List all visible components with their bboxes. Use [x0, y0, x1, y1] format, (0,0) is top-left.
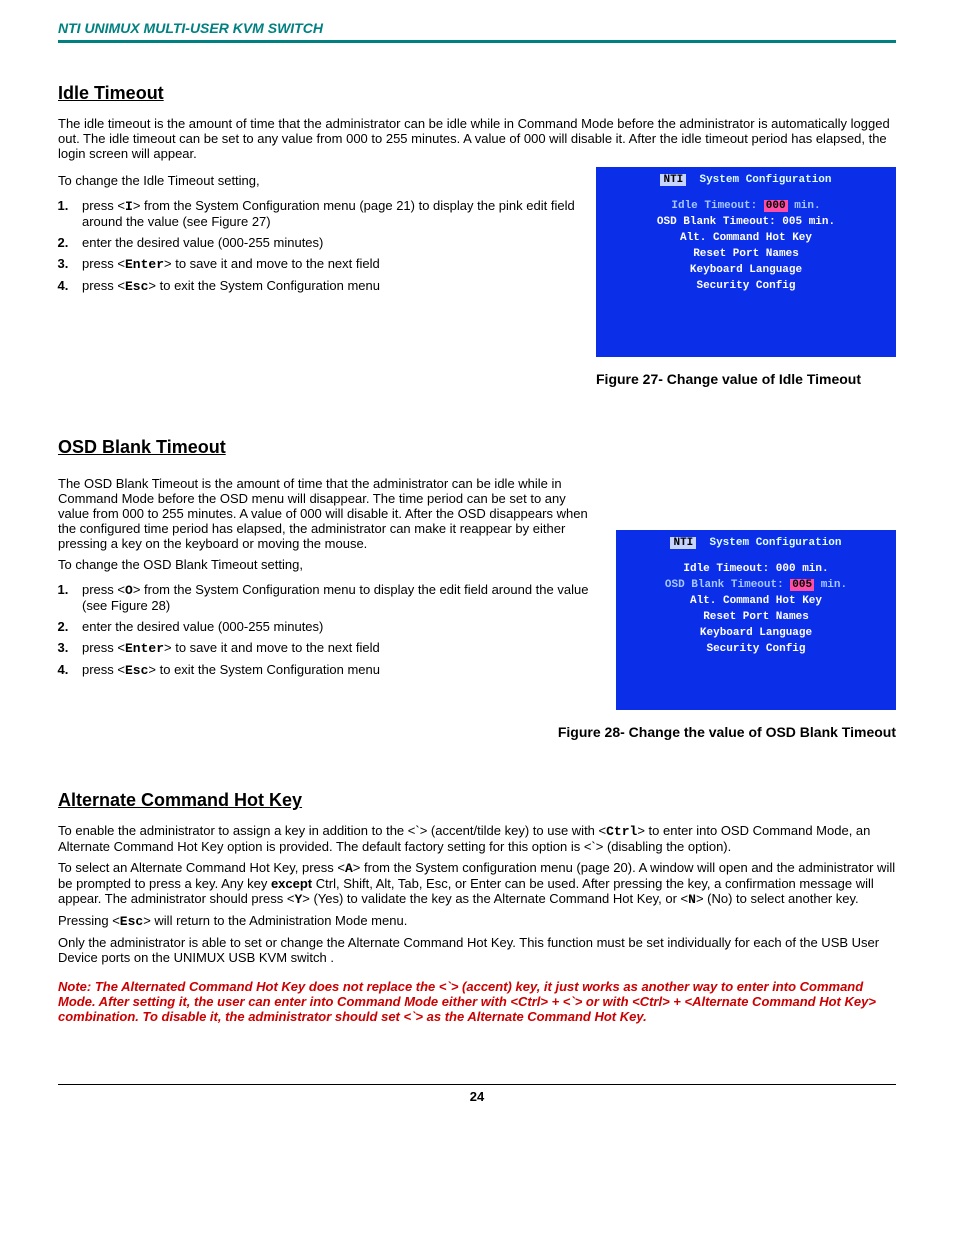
section-idle-timeout: Idle Timeout	[58, 83, 896, 104]
idle-lead: To change the Idle Timeout setting,	[58, 173, 578, 188]
idle-step-4: press <Esc> to exit the System Configura…	[72, 278, 578, 294]
section-osd-blank: OSD Blank Timeout	[58, 437, 896, 458]
header-rule	[58, 40, 896, 43]
idle-step-3: press <Enter> to save it and move to the…	[72, 256, 578, 272]
page-footer: 24	[58, 1084, 896, 1104]
doc-header: NTI UNIMUX MULTI-USER KVM SWITCH	[58, 20, 896, 40]
idle-steps: press <I> from the System Configuration …	[72, 198, 578, 294]
figure-28-osd: NTI System Configuration Idle Timeout: 0…	[616, 530, 896, 710]
alt-p2: To select an Alternate Command Hot Key, …	[58, 860, 896, 907]
section-alt-hotkey: Alternate Command Hot Key	[58, 790, 896, 811]
figure-27-caption: Figure 27- Change value of Idle Timeout	[596, 371, 896, 387]
alt-p3: Pressing <Esc> will return to the Admini…	[58, 913, 896, 929]
idle-step-1: press <I> from the System Configuration …	[72, 198, 578, 229]
osd-step-1: press <O> from the System Configuration …	[72, 582, 598, 613]
osd-step-4: press <Esc> to exit the System Configura…	[72, 662, 598, 678]
alt-p4: Only the administrator is able to set or…	[58, 935, 896, 965]
idle-paragraph: The idle timeout is the amount of time t…	[58, 116, 896, 161]
osd-steps: press <O> from the System Configuration …	[72, 582, 598, 678]
osd-step-3: press <Enter> to save it and move to the…	[72, 640, 598, 656]
osd-step-2: enter the desired value (000-255 minutes…	[72, 619, 598, 634]
osd-paragraph: The OSD Blank Timeout is the amount of t…	[58, 476, 598, 551]
idle-step-2: enter the desired value (000-255 minutes…	[72, 235, 578, 250]
figure-27-osd: NTI System Configuration Idle Timeout: 0…	[596, 167, 896, 357]
osd-lead: To change the OSD Blank Timeout setting,	[58, 557, 598, 572]
alt-note: Note: The Alternated Command Hot Key doe…	[58, 979, 896, 1024]
page-number: 24	[470, 1089, 484, 1104]
figure-28-caption: Figure 28- Change the value of OSD Blank…	[58, 724, 896, 740]
alt-p1: To enable the administrator to assign a …	[58, 823, 896, 854]
